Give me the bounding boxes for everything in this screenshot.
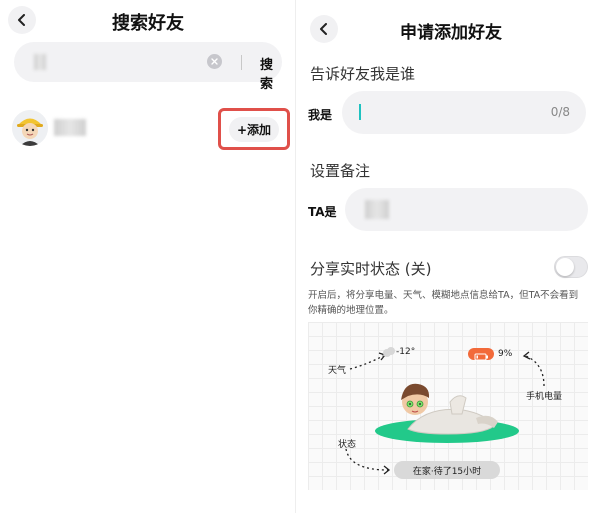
temperature-value: -12° <box>396 347 416 357</box>
username-redacted <box>54 119 86 136</box>
share-status-toggle[interactable] <box>554 256 588 278</box>
add-friend-button[interactable]: +添加 <box>218 108 290 150</box>
cloud-icon <box>383 347 395 357</box>
battery-badge <box>468 348 494 361</box>
avatar-image <box>12 110 48 146</box>
battery-arrow <box>525 355 545 387</box>
friend-request-panel: 申请添加好友 告诉好友我是谁 我是 0/8 设置备注 TA是 分享实时状态 (关… <box>296 0 591 513</box>
share-heading: 分享实时状态 (关) <box>310 260 432 278</box>
battery-label: 手机电量 <box>526 392 563 402</box>
share-description: 开启后，将分享电量、天气、模糊地点信息给TA，但TA不会看到你精确的地理位置。 <box>308 290 579 316</box>
back-button[interactable] <box>310 15 338 43</box>
remark-input[interactable] <box>345 188 588 231</box>
page-title: 搜索好友 <box>112 13 184 34</box>
char-counter: 0/8 <box>550 105 570 119</box>
intro-input[interactable]: 0/8 <box>342 91 586 134</box>
remark-value-redacted <box>365 200 389 219</box>
search-query-redacted <box>34 54 46 70</box>
character-figure <box>401 383 498 435</box>
remark-row-label: TA是 <box>308 205 337 219</box>
chevron-left-icon <box>18 14 25 26</box>
battery-percent: 9% <box>498 349 513 359</box>
status-chip: 在家·待了15小时 <box>394 461 500 479</box>
clear-icon[interactable] <box>207 54 222 69</box>
page-title: 申请添加好友 <box>400 23 502 43</box>
avatar[interactable] <box>12 110 48 146</box>
chevron-left-icon <box>320 23 327 35</box>
text-cursor <box>359 104 361 120</box>
weather-arrow <box>349 355 384 370</box>
status-label: 状态 <box>338 440 357 450</box>
remark-heading: 设置备注 <box>310 162 371 180</box>
search-input[interactable]: 搜索 <box>14 42 282 92</box>
toggle-knob <box>556 258 574 276</box>
search-divider <box>241 55 242 70</box>
search-friends-panel: 搜索好友 搜索 +添加 <box>0 0 296 513</box>
status-arrow <box>345 448 389 471</box>
search-button[interactable]: 搜索 <box>260 54 282 92</box>
add-friend-label: +添加 <box>228 116 280 142</box>
battery-icon <box>474 353 488 361</box>
weather-label: 天气 <box>328 366 347 376</box>
back-button[interactable] <box>8 6 36 34</box>
status-illustration: 天气 -12° 9% 手机电量 状态 在家·待了15小时 <box>308 322 588 490</box>
intro-row-label: 我是 <box>308 108 333 122</box>
intro-heading: 告诉好友我是谁 <box>310 65 416 83</box>
